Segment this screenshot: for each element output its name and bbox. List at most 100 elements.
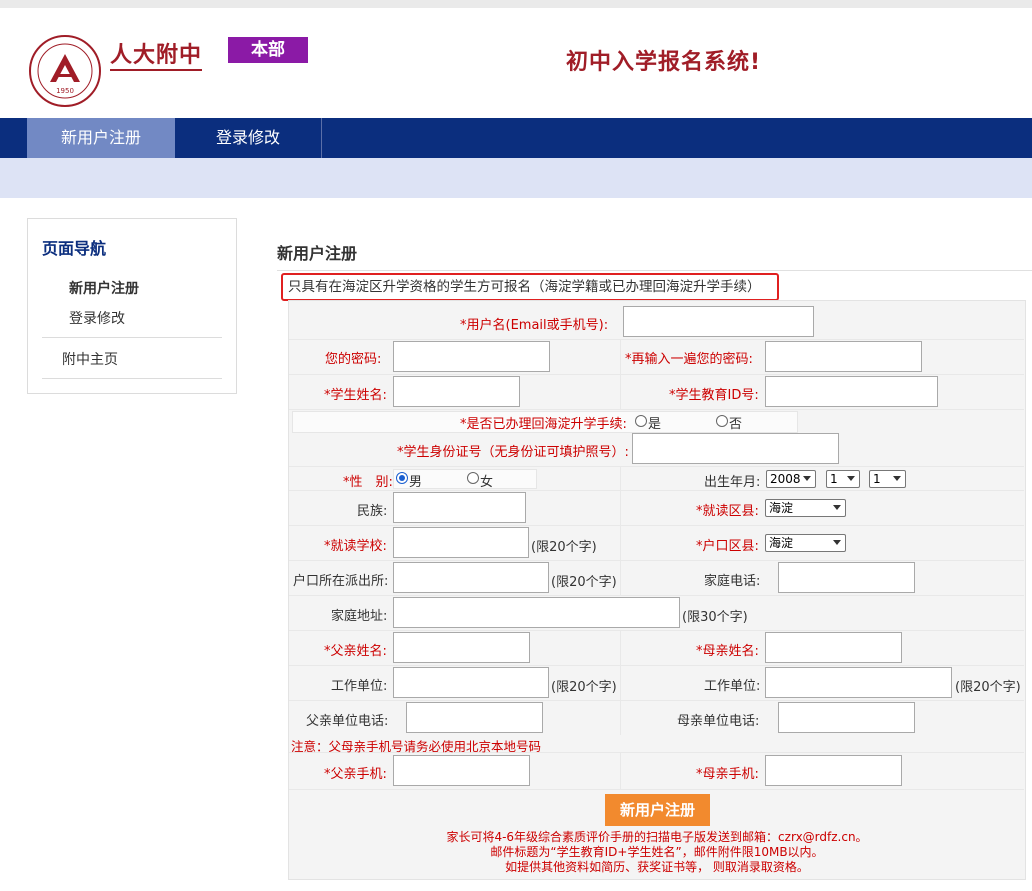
student-name-label: *学生姓名: bbox=[324, 388, 387, 403]
mother-work-label: 工作单位: bbox=[704, 679, 761, 694]
password-label: 您的密码: bbox=[325, 352, 382, 367]
gender-label: *性 别: bbox=[343, 475, 393, 490]
transfer-yes-label: 是 bbox=[648, 417, 662, 432]
birth-year-select[interactable]: 2008 bbox=[766, 470, 816, 488]
address-hint: (限30个字) bbox=[682, 610, 748, 625]
mother-name-input[interactable] bbox=[765, 632, 902, 663]
password-input[interactable] bbox=[393, 341, 550, 372]
ethnicity-input[interactable] bbox=[393, 492, 526, 523]
idcard-label: *学生身份证号（无身份证可填护照号）: bbox=[397, 445, 629, 460]
father-work-hint: (限20个字) bbox=[551, 680, 617, 695]
father-work-phone-label: 父亲单位电话: bbox=[306, 714, 389, 729]
divider bbox=[289, 409, 1024, 410]
address-label: 家庭地址: bbox=[331, 609, 388, 624]
divider bbox=[289, 466, 1024, 467]
divider bbox=[620, 466, 621, 595]
transfer-yes-radio[interactable] bbox=[635, 415, 647, 427]
sidebar: 页面导航 新用户注册 登录修改 附中主页 bbox=[27, 218, 237, 394]
ethnicity-label: 民族: bbox=[357, 504, 388, 519]
divider bbox=[289, 374, 1024, 375]
mother-work-hint: (限20个字) bbox=[955, 680, 1021, 695]
campus-badge: 本部 bbox=[228, 37, 308, 63]
username-input[interactable] bbox=[623, 306, 814, 337]
police-station-input[interactable] bbox=[393, 562, 549, 593]
mother-name-label: *母亲姓名: bbox=[696, 644, 759, 659]
divider bbox=[42, 378, 222, 379]
password-confirm-label: *再输入一遍您的密码: bbox=[625, 352, 753, 367]
home-phone-label: 家庭电话: bbox=[704, 574, 761, 589]
divider bbox=[289, 525, 1024, 526]
divider bbox=[289, 789, 1024, 790]
divider bbox=[289, 339, 1024, 340]
gender-female-radio[interactable] bbox=[467, 472, 479, 484]
divider bbox=[277, 270, 1032, 271]
footnote-line: 邮件标题为“学生教育ID+学生姓名”，邮件附件限10MB以内。 bbox=[490, 845, 824, 859]
idcard-input[interactable] bbox=[632, 433, 839, 464]
student-name-input[interactable] bbox=[393, 376, 520, 407]
birth-day-select[interactable]: 1 bbox=[869, 470, 906, 488]
password-confirm-input[interactable] bbox=[765, 341, 922, 372]
father-work-input[interactable] bbox=[393, 667, 549, 698]
site-header: 1950 人大附中 本部 初中入学报名系统! bbox=[0, 8, 1032, 118]
mother-work-phone-label: 母亲单位电话: bbox=[677, 714, 760, 729]
district-select[interactable]: 海淀 bbox=[765, 499, 846, 517]
mother-mobile-label: *母亲手机: bbox=[696, 767, 759, 782]
sidebar-title: 页面导航 bbox=[42, 239, 107, 258]
father-name-input[interactable] bbox=[393, 632, 530, 663]
school-logo-icon: 1950 bbox=[29, 35, 101, 107]
submit-register-button[interactable]: 新用户注册 bbox=[605, 794, 710, 826]
hukou-district-label: *户口区县: bbox=[696, 539, 759, 554]
mother-mobile-input[interactable] bbox=[765, 755, 902, 786]
mother-work-phone-input[interactable] bbox=[778, 702, 915, 733]
father-work-phone-input[interactable] bbox=[406, 702, 543, 733]
divider bbox=[289, 665, 1024, 666]
sidebar-item-register[interactable]: 新用户注册 bbox=[69, 278, 139, 298]
school-label: *就读学校: bbox=[324, 539, 387, 554]
home-phone-input[interactable] bbox=[778, 562, 915, 593]
sidebar-item-login-edit[interactable]: 登录修改 bbox=[69, 308, 125, 328]
edu-id-label: *学生教育ID号: bbox=[669, 388, 759, 403]
sub-band bbox=[0, 158, 1032, 198]
father-mobile-input[interactable] bbox=[393, 755, 530, 786]
divider bbox=[289, 490, 1024, 491]
divider bbox=[289, 630, 1024, 631]
transfer-no-radio[interactable] bbox=[716, 415, 728, 427]
phone-note: 注意：父母亲手机号请务必使用北京本地号码 bbox=[291, 739, 542, 754]
nav-register[interactable]: 新用户注册 bbox=[27, 118, 175, 158]
gender-male-radio[interactable] bbox=[396, 472, 408, 484]
father-name-label: *父亲姓名: bbox=[324, 644, 387, 659]
footnote-line: 如提供其他资料如简历、获奖证书等， 则取消录取资格。 bbox=[505, 860, 809, 874]
divider bbox=[620, 630, 621, 735]
footnote-line: 家长可将4-6年级综合素质评价手册的扫描电子版发送到邮箱：czrx@rdfz.c… bbox=[446, 830, 868, 844]
main-nav: 新用户注册 登录修改 bbox=[0, 118, 1032, 158]
school-input[interactable] bbox=[393, 527, 529, 558]
police-station-label: 户口所在派出所: bbox=[293, 574, 389, 589]
address-input[interactable] bbox=[393, 597, 680, 628]
district-label: *就读区县: bbox=[696, 504, 759, 519]
nav-login-edit[interactable]: 登录修改 bbox=[175, 118, 322, 158]
brand-name: 人大附中 bbox=[110, 44, 203, 71]
divider bbox=[289, 700, 1024, 701]
divider bbox=[620, 339, 621, 409]
top-strip bbox=[0, 0, 1032, 8]
gender-male-label: 男 bbox=[409, 475, 423, 490]
divider bbox=[42, 337, 222, 338]
divider bbox=[289, 560, 1024, 561]
edu-id-input[interactable] bbox=[765, 376, 938, 407]
eligibility-notice: 只具有在海淀区升学资格的学生方可报名（海淀学籍或已办理回海淀升学手续） bbox=[281, 273, 779, 301]
page-title: 新用户注册 bbox=[277, 244, 358, 263]
transfer-label: *是否已办理回海淀升学手续: bbox=[460, 417, 627, 432]
system-title: 初中入学报名系统! bbox=[566, 50, 762, 75]
svg-text:1950: 1950 bbox=[56, 87, 74, 95]
divider bbox=[620, 752, 621, 789]
father-mobile-label: *父亲手机: bbox=[324, 767, 387, 782]
birth-month-select[interactable]: 1 bbox=[826, 470, 860, 488]
username-label: *用户名(Email或手机号): bbox=[460, 318, 609, 333]
sidebar-item-homepage[interactable]: 附中主页 bbox=[62, 349, 118, 369]
mother-work-input[interactable] bbox=[765, 667, 952, 698]
father-work-label: 工作单位: bbox=[331, 679, 388, 694]
transfer-no-label: 否 bbox=[729, 417, 743, 432]
hukou-district-select[interactable]: 海淀 bbox=[765, 534, 846, 552]
police-station-hint: (限20个字) bbox=[551, 575, 617, 590]
school-hint: (限20个字) bbox=[531, 540, 597, 555]
